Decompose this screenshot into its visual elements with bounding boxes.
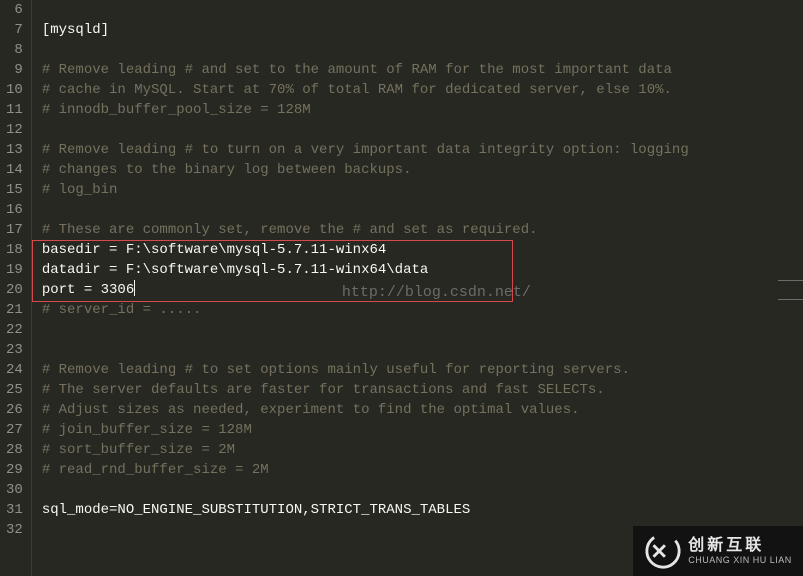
code-line[interactable]: # The server defaults are faster for tra… [42, 380, 803, 400]
code-line[interactable]: # read_rnd_buffer_size = 2M [42, 460, 803, 480]
line-number: 32 [6, 520, 23, 540]
code-line[interactable]: # Remove leading # and set to the amount… [42, 60, 803, 80]
line-number: 22 [6, 320, 23, 340]
line-number-gutter: 6789101112131415161718192021222324252627… [0, 0, 32, 576]
line-number: 23 [6, 340, 23, 360]
line-number: 11 [6, 100, 23, 120]
code-line[interactable] [42, 120, 803, 140]
code-editor[interactable]: 6789101112131415161718192021222324252627… [0, 0, 803, 576]
code-line[interactable]: basedir = F:\software\mysql-5.7.11-winx6… [42, 240, 803, 260]
line-number: 24 [6, 360, 23, 380]
code-area[interactable]: http://blog.csdn.net/ [mysqld]# Remove l… [32, 0, 803, 576]
line-number: 31 [6, 500, 23, 520]
line-number: 16 [6, 200, 23, 220]
code-line[interactable]: # Adjust sizes as needed, experiment to … [42, 400, 803, 420]
logo-icon [644, 532, 682, 570]
code-line[interactable]: [mysqld] [42, 20, 803, 40]
line-number: 8 [6, 40, 23, 60]
code-line[interactable]: datadir = F:\software\mysql-5.7.11-winx6… [42, 260, 803, 280]
code-line[interactable]: # Remove leading # to set options mainly… [42, 360, 803, 380]
line-number: 20 [6, 280, 23, 300]
line-number: 29 [6, 460, 23, 480]
code-line[interactable] [42, 0, 803, 20]
code-line[interactable] [42, 340, 803, 360]
line-number: 21 [6, 300, 23, 320]
code-line[interactable]: # cache in MySQL. Start at 70% of total … [42, 80, 803, 100]
code-line[interactable]: # changes to the binary log between back… [42, 160, 803, 180]
line-number: 17 [6, 220, 23, 240]
code-line[interactable] [42, 200, 803, 220]
line-number: 15 [6, 180, 23, 200]
code-line[interactable]: port = 3306 [42, 280, 803, 300]
line-number: 10 [6, 80, 23, 100]
line-number: 14 [6, 160, 23, 180]
code-line[interactable] [42, 320, 803, 340]
line-number: 27 [6, 420, 23, 440]
logo-text-en: CHUANG XIN HU LIAN [688, 556, 792, 565]
brand-logo: 创新互联 CHUANG XIN HU LIAN [633, 526, 803, 576]
code-line[interactable]: # innodb_buffer_pool_size = 128M [42, 100, 803, 120]
line-number: 30 [6, 480, 23, 500]
text-caret [134, 280, 135, 296]
line-number: 18 [6, 240, 23, 260]
code-line[interactable]: # These are commonly set, remove the # a… [42, 220, 803, 240]
line-number: 6 [6, 0, 23, 20]
code-line[interactable]: # Remove leading # to turn on a very imp… [42, 140, 803, 160]
line-number: 12 [6, 120, 23, 140]
code-line[interactable] [42, 480, 803, 500]
logo-text-cn: 创新互联 [688, 538, 792, 554]
line-number: 13 [6, 140, 23, 160]
line-number: 28 [6, 440, 23, 460]
line-number: 19 [6, 260, 23, 280]
code-line[interactable]: # log_bin [42, 180, 803, 200]
code-line[interactable]: # join_buffer_size = 128M [42, 420, 803, 440]
code-line[interactable]: # sort_buffer_size = 2M [42, 440, 803, 460]
line-number: 25 [6, 380, 23, 400]
code-line[interactable]: # server_id = ..... [42, 300, 803, 320]
code-line[interactable] [42, 40, 803, 60]
line-number: 26 [6, 400, 23, 420]
line-number: 9 [6, 60, 23, 80]
code-line[interactable]: sql_mode=NO_ENGINE_SUBSTITUTION,STRICT_T… [42, 500, 803, 520]
line-number: 7 [6, 20, 23, 40]
